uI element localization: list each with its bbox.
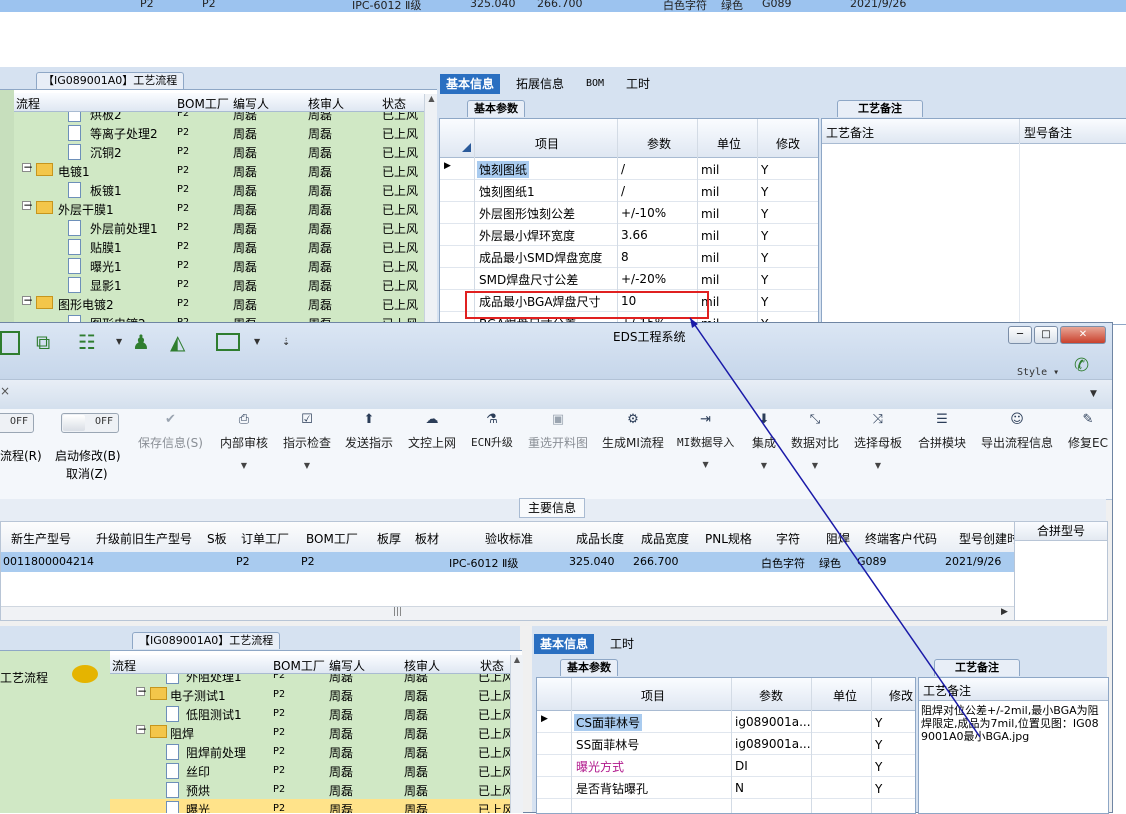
annotation-line xyxy=(689,317,981,738)
annotation-arrowhead xyxy=(690,318,698,328)
annotation-overlay xyxy=(689,317,981,738)
